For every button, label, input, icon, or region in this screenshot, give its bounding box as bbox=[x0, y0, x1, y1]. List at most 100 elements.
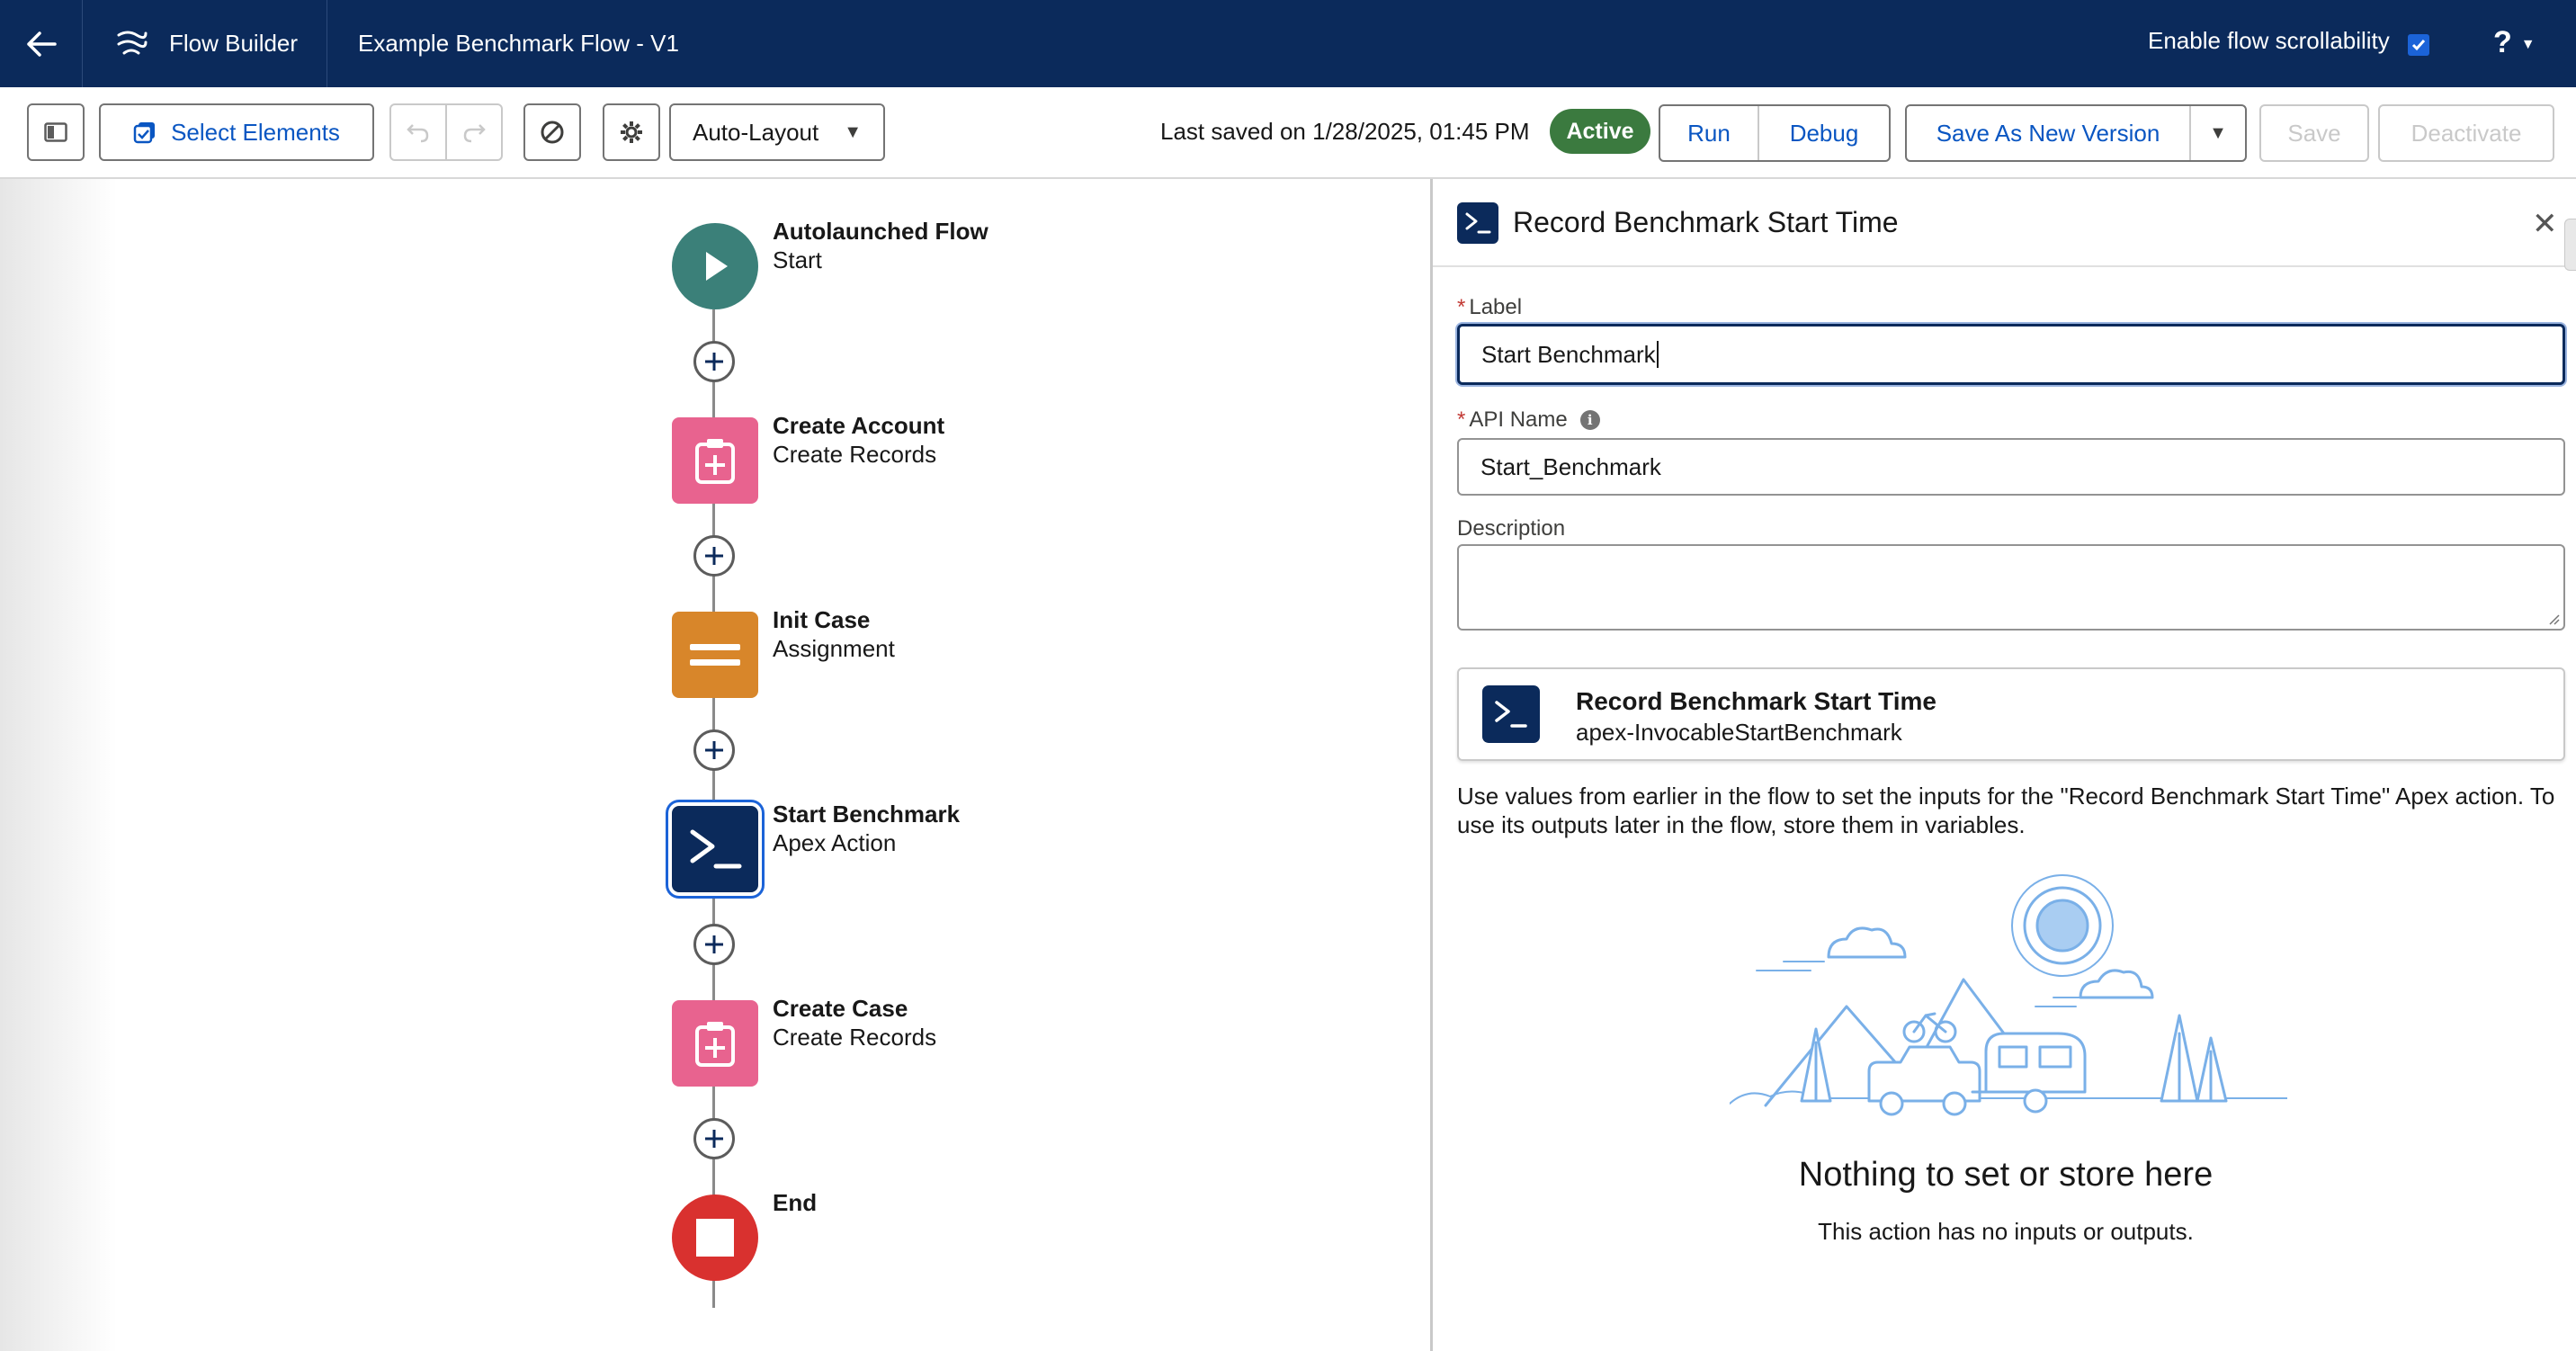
help-menu[interactable]: ? ▼ bbox=[2493, 25, 2536, 60]
apex-action-icon bbox=[1482, 685, 1540, 743]
node-title: Start Benchmark bbox=[773, 801, 961, 828]
empty-state-subtitle: This action has no inputs or outputs. bbox=[1818, 1218, 2194, 1245]
node-subtitle: Apex Action bbox=[773, 829, 897, 856]
flow-node-start[interactable] bbox=[672, 223, 758, 309]
select-elements-label: Select Elements bbox=[171, 118, 340, 146]
action-api-name: apex-InvocableStartBenchmark bbox=[1576, 719, 1902, 746]
back-arrow-icon bbox=[26, 31, 57, 57]
api-name-input[interactable]: Start_Benchmark bbox=[1457, 438, 2565, 496]
undo-button[interactable] bbox=[391, 105, 447, 159]
plus-icon bbox=[705, 741, 723, 759]
plus-icon bbox=[705, 935, 723, 953]
empty-state-title: Nothing to set or store here bbox=[1798, 1156, 2214, 1194]
label-field-label: * Label bbox=[1457, 295, 1522, 320]
camping-illustration-icon bbox=[1730, 874, 2287, 1116]
canvas-shade bbox=[0, 179, 117, 1351]
panel-title: Record Benchmark Start Time bbox=[1513, 206, 1899, 238]
node-title: Create Case bbox=[773, 995, 908, 1022]
help-icon: ? bbox=[2493, 25, 2512, 59]
description-field-label: Description bbox=[1457, 516, 1565, 541]
description-textarea[interactable] bbox=[1457, 544, 2565, 631]
run-debug-group: Run Debug bbox=[1659, 104, 1891, 162]
resize-handle-icon[interactable] bbox=[2548, 613, 2561, 626]
add-element-button[interactable] bbox=[693, 535, 735, 577]
save-as-new-version-group: Save As New Version ▼ bbox=[1905, 104, 2247, 162]
flow-node-label: Create Case Create Records bbox=[773, 994, 936, 1051]
redo-icon bbox=[463, 124, 486, 143]
add-element-button[interactable] bbox=[693, 729, 735, 771]
info-icon[interactable]: i bbox=[1579, 410, 1600, 430]
action-card: Record Benchmark Start Time apex-Invocab… bbox=[1457, 667, 2565, 761]
run-button[interactable]: Run bbox=[1660, 106, 1759, 160]
panel-header: Record Benchmark Start Time ✕ bbox=[1433, 179, 2576, 271]
check-icon bbox=[2411, 40, 2425, 51]
required-indicator: * bbox=[1457, 295, 1466, 319]
node-title: Autolaunched Flow bbox=[773, 218, 988, 245]
save-as-new-version-button[interactable]: Save As New Version bbox=[1907, 106, 2191, 160]
last-saved-text: Last saved on 1/28/2025, 01:45 PM bbox=[1160, 118, 1530, 145]
add-element-button[interactable] bbox=[693, 1118, 735, 1159]
node-subtitle: Create Records bbox=[773, 1024, 937, 1051]
plus-icon bbox=[705, 353, 723, 371]
required-indicator: * bbox=[1457, 407, 1466, 432]
create-records-icon bbox=[695, 439, 735, 484]
add-element-button[interactable] bbox=[693, 924, 735, 965]
close-icon[interactable]: ✕ bbox=[2532, 206, 2558, 242]
description-field-label-text: Description bbox=[1457, 516, 1566, 541]
property-panel: Record Benchmark Start Time ✕ * Label St… bbox=[1430, 179, 2576, 1351]
debug-button[interactable]: Debug bbox=[1759, 120, 1889, 148]
api-name-input-value: Start_Benchmark bbox=[1480, 452, 1661, 480]
help-text: Use values from earlier in the flow to s… bbox=[1457, 783, 2555, 838]
settings-button[interactable] bbox=[603, 103, 660, 161]
flow-node-end[interactable] bbox=[672, 1194, 758, 1281]
flow-node-label: Autolaunched Flow Start bbox=[773, 217, 988, 274]
save-button[interactable]: Save bbox=[2259, 104, 2369, 162]
app-header: Flow Builder Example Benchmark Flow - V1… bbox=[0, 0, 2576, 87]
deactivate-button[interactable]: Deactivate bbox=[2378, 104, 2554, 162]
back-button[interactable] bbox=[0, 0, 83, 87]
flow-logo-icon bbox=[117, 31, 148, 54]
select-elements-button[interactable]: Select Elements bbox=[99, 103, 374, 161]
node-subtitle: Assignment bbox=[773, 635, 895, 662]
flow-node-label: Init Case Assignment bbox=[773, 605, 895, 663]
select-elements-icon bbox=[133, 122, 156, 144]
api-name-field-label-text: API Name bbox=[1469, 407, 1568, 432]
gear-icon bbox=[621, 121, 642, 143]
save-options-dropdown[interactable]: ▼ bbox=[2191, 123, 2245, 144]
scrollability-toggle[interactable]: Enable flow scrollability bbox=[2148, 25, 2429, 56]
node-title: Create Account bbox=[773, 412, 945, 439]
add-element-button[interactable] bbox=[693, 341, 735, 382]
text-cursor bbox=[1656, 341, 1659, 368]
apex-action-icon bbox=[690, 829, 742, 869]
redo-button[interactable] bbox=[447, 121, 501, 143]
api-name-field-label: * API Name i bbox=[1457, 407, 1600, 433]
prohibit-icon bbox=[541, 121, 564, 144]
flow-node-create-case[interactable] bbox=[672, 1000, 758, 1087]
node-title: End bbox=[773, 1189, 818, 1216]
scrollability-checkbox[interactable] bbox=[2407, 34, 2429, 56]
label-input[interactable]: Start Benchmark bbox=[1457, 324, 2565, 385]
panel-collapse-handle[interactable] bbox=[2564, 219, 2576, 271]
node-subtitle: Create Records bbox=[773, 441, 937, 468]
scrollability-label: Enable flow scrollability bbox=[2148, 26, 2390, 54]
flow-node-init-case[interactable] bbox=[672, 612, 758, 698]
layout-select[interactable]: Auto-Layout ▼ bbox=[669, 103, 885, 161]
create-records-icon bbox=[695, 1022, 735, 1067]
layout-select-value: Auto-Layout bbox=[693, 118, 819, 146]
app-brand: Flow Builder bbox=[83, 0, 327, 87]
errors-button[interactable] bbox=[523, 103, 581, 161]
flow-node-label: Create Account Create Records bbox=[773, 411, 944, 469]
assignment-icon bbox=[690, 644, 740, 666]
flow-title: Example Benchmark Flow - V1 bbox=[358, 30, 679, 57]
node-subtitle: Start bbox=[773, 246, 822, 273]
flow-node-start-benchmark[interactable] bbox=[672, 806, 758, 892]
status-badge: Active bbox=[1550, 109, 1650, 154]
flow-node-label: End bbox=[773, 1188, 817, 1217]
chevron-down-icon: ▼ bbox=[2520, 36, 2536, 52]
flow-node-create-account[interactable] bbox=[672, 417, 758, 504]
label-input-value: Start Benchmark bbox=[1481, 340, 1656, 368]
toggle-panel-button[interactable] bbox=[27, 103, 85, 161]
app-name: Flow Builder bbox=[169, 30, 299, 57]
undo-icon bbox=[407, 124, 429, 143]
flow-canvas[interactable]: Autolaunched Flow Start Create Account C… bbox=[0, 179, 1430, 1351]
